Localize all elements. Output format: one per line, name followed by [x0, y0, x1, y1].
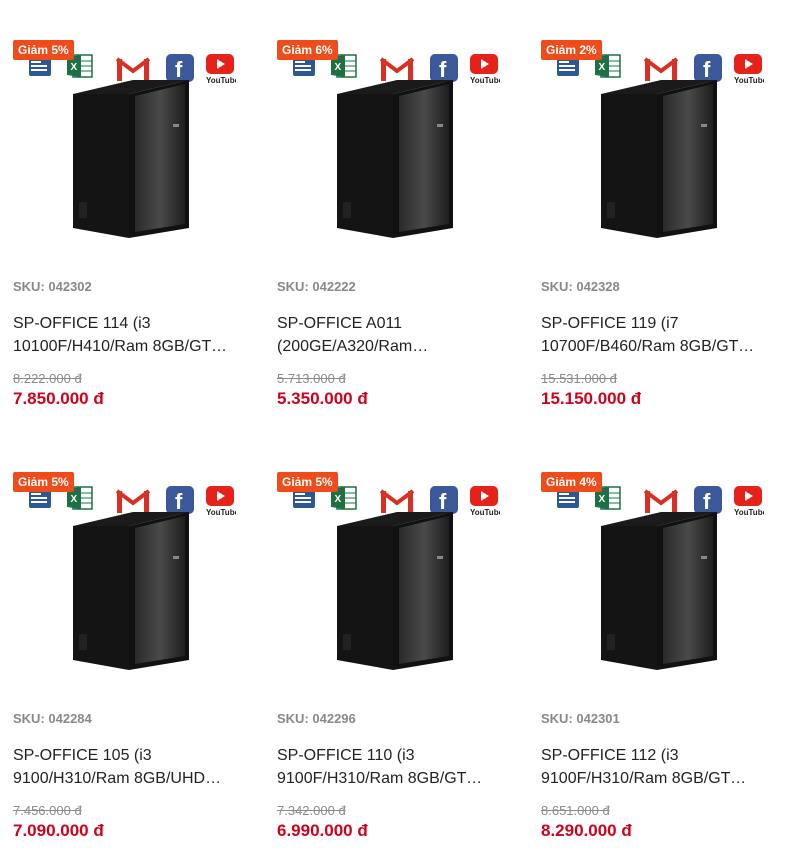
youtube-icon: YouTube — [206, 54, 236, 84]
youtube-icon: YouTube — [734, 486, 764, 516]
sale-price: 7.090.000 đ — [13, 821, 104, 840]
facebook-icon: f — [694, 486, 722, 514]
discount-badge: Giảm 5% — [13, 472, 74, 492]
product-sku: SKU: 042302 — [13, 279, 92, 294]
gmail-icon — [644, 57, 678, 81]
original-price: 8.651.000 đ — [541, 803, 610, 818]
svg-text:X: X — [335, 494, 342, 505]
product-image-link[interactable]: X f YouTube Giảm 6% — [277, 32, 505, 264]
svg-text:f: f — [439, 57, 447, 82]
sale-price: 6.990.000 đ — [277, 821, 368, 840]
pc-case-image — [601, 80, 717, 238]
sale-price: 15.150.000 đ — [541, 389, 642, 408]
pc-case-image — [337, 80, 453, 238]
svg-text:f: f — [175, 57, 183, 82]
product-sku: SKU: 042222 — [277, 279, 356, 294]
gmail-icon — [380, 489, 414, 513]
svg-text:X: X — [71, 494, 78, 505]
product-image-link[interactable]: X f YouTube Giảm 4% — [541, 464, 769, 696]
pc-case-image — [73, 512, 189, 670]
product-name-link[interactable]: SP-OFFICE 105 (i3 9100/H310/Ram 8GB/UHD … — [13, 744, 245, 790]
gmail-icon — [644, 489, 678, 513]
youtube-label: YouTube — [470, 508, 500, 516]
sale-price: 5.350.000 đ — [277, 389, 368, 408]
youtube-icon: YouTube — [470, 54, 500, 84]
product-sku: SKU: 042284 — [13, 711, 92, 726]
discount-badge: Giảm 6% — [277, 40, 338, 60]
discount-badge: Giảm 4% — [541, 472, 602, 492]
youtube-icon: YouTube — [206, 486, 236, 516]
product-name-link[interactable]: SP-OFFICE A011 (200GE/A320/Ram 8GB/Radeo… — [277, 312, 509, 358]
product-image-link[interactable]: X f YouTube Giảm 5% — [277, 464, 505, 696]
product-grid: X f YouTube Giảm 5% SKU: 042302 SP-OFFIC… — [0, 0, 793, 853]
youtube-label: YouTube — [206, 76, 236, 84]
original-price: 8.222.000 đ — [13, 371, 82, 386]
svg-text:X: X — [599, 494, 606, 505]
discount-badge: Giảm 5% — [13, 40, 74, 60]
sale-price: 8.290.000 đ — [541, 821, 632, 840]
facebook-icon: f — [694, 54, 722, 82]
youtube-label: YouTube — [734, 508, 764, 516]
svg-text:f: f — [175, 489, 183, 514]
svg-text:f: f — [439, 489, 447, 514]
pc-case-image — [601, 512, 717, 670]
svg-text:X: X — [335, 62, 342, 73]
discount-badge: Giảm 5% — [277, 472, 338, 492]
youtube-icon: YouTube — [470, 486, 500, 516]
original-price: 5.713.000 đ — [277, 371, 346, 386]
svg-text:X: X — [71, 62, 78, 73]
gmail-icon — [380, 57, 414, 81]
product-sku: SKU: 042301 — [541, 711, 620, 726]
sale-price: 7.850.000 đ — [13, 389, 104, 408]
pc-case-image — [337, 512, 453, 670]
youtube-label: YouTube — [734, 76, 764, 84]
svg-text:f: f — [703, 489, 711, 514]
facebook-icon: f — [166, 54, 194, 82]
youtube-label: YouTube — [470, 76, 500, 84]
product-sku: SKU: 042328 — [541, 279, 620, 294]
svg-text:X: X — [599, 62, 606, 73]
youtube-icon: YouTube — [734, 54, 764, 84]
product-image-link[interactable]: X f YouTube Giảm 5% — [13, 32, 241, 264]
product-name-link[interactable]: SP-OFFICE 112 (i3 9100F/H310/Ram 8GB/GT … — [541, 744, 773, 790]
discount-badge: Giảm 2% — [541, 40, 602, 60]
svg-text:f: f — [703, 57, 711, 82]
gmail-icon — [116, 57, 150, 81]
gmail-icon — [116, 489, 150, 513]
product-name-link[interactable]: SP-OFFICE 114 (i3 10100F/H410/Ram 8GB/GT… — [13, 312, 245, 358]
youtube-label: YouTube — [206, 508, 236, 516]
pc-case-image — [73, 80, 189, 238]
product-sku: SKU: 042296 — [277, 711, 356, 726]
original-price: 7.456.000 đ — [13, 803, 82, 818]
product-image-link[interactable]: X f YouTube Giảm 2% — [541, 32, 769, 264]
facebook-icon: f — [430, 54, 458, 82]
product-image-link[interactable]: X f YouTube Giảm 5% — [13, 464, 241, 696]
product-name-link[interactable]: SP-OFFICE 119 (i7 10700F/B460/Ram 8GB/GT… — [541, 312, 773, 358]
facebook-icon: f — [166, 486, 194, 514]
original-price: 7.342.000 đ — [277, 803, 346, 818]
original-price: 15.531.000 đ — [541, 371, 617, 386]
facebook-icon: f — [430, 486, 458, 514]
product-name-link[interactable]: SP-OFFICE 110 (i3 9100F/H310/Ram 8GB/GT … — [277, 744, 509, 790]
